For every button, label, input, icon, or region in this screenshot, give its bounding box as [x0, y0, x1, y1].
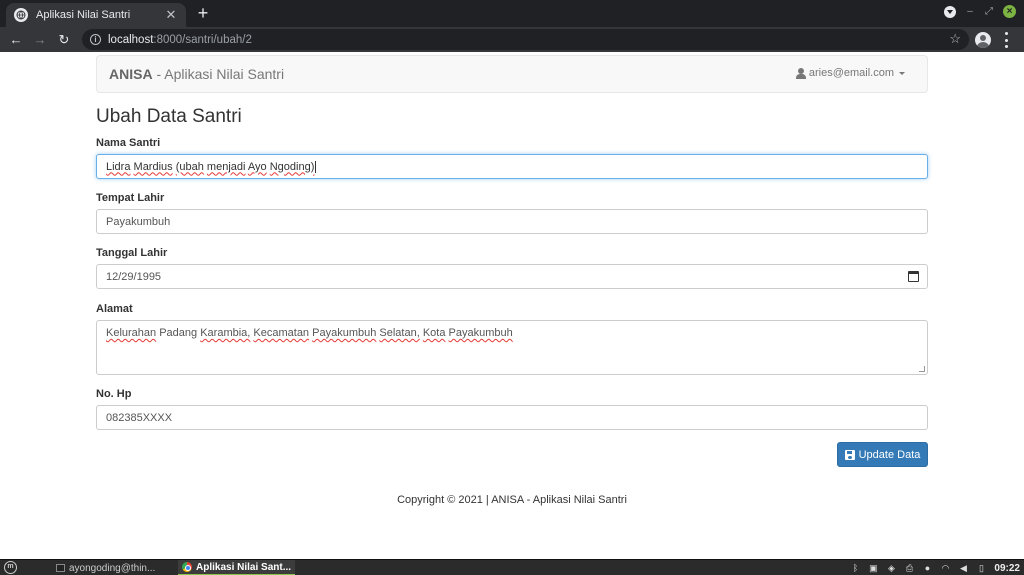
tanggal-lahir-label: Tanggal Lahir: [96, 247, 168, 259]
alamat-label: Alamat: [96, 303, 133, 315]
volume-icon[interactable]: ◀: [958, 563, 968, 573]
terminal-icon: [56, 564, 65, 572]
tempat-lahir-label: Tempat Lahir: [96, 192, 165, 204]
address-bar[interactable]: i localhost:8000/santri/ubah/2 ☆: [82, 29, 969, 50]
menu-icon[interactable]: [1005, 32, 1009, 48]
user-menu[interactable]: aries@email.com: [795, 67, 905, 79]
maximize-icon[interactable]: ⤢: [984, 6, 994, 17]
browser-task-label: Aplikasi Nilai Sant...: [196, 561, 292, 573]
printer-icon[interactable]: ⎙: [904, 563, 914, 573]
nama-label: Nama Santri: [96, 137, 161, 149]
tempat-lahir-value: Payakumbuh: [106, 215, 171, 228]
save-icon: [844, 449, 855, 460]
url-path: :8000/santri/ubah/2: [153, 33, 252, 46]
os-taskbar: m ayongoding@thin... Aplikasi Nilai Sant…: [0, 559, 1024, 575]
shield-icon[interactable]: ◈: [886, 563, 896, 573]
taskbar-item-terminal[interactable]: ayongoding@thin...: [52, 560, 159, 575]
back-icon[interactable]: ←: [8, 32, 24, 48]
no-hp-input[interactable]: 082385XXXX: [96, 405, 928, 430]
app-navbar: ANISA - Aplikasi Nilai Santri aries@emai…: [96, 55, 928, 93]
user-email: aries@email.com: [808, 67, 894, 79]
tab-close-icon[interactable]: ✕: [164, 7, 178, 23]
window-controls: – ⤢ ×: [944, 5, 1016, 18]
taskbar-item-browser[interactable]: Aplikasi Nilai Sant...: [178, 560, 296, 575]
user-tray-icon[interactable]: ●: [922, 563, 932, 573]
update-data-button[interactable]: Update Data: [837, 442, 928, 467]
browser-tabstrip: Aplikasi Nilai Santri ✕ + – ⤢ ×: [0, 0, 1024, 27]
no-hp-label: No. Hp: [96, 388, 132, 400]
alamat-value: Kelurahan Padang Karambia, Kecamatan Pay…: [106, 327, 513, 339]
nama-value: Lidra Mardius (ubah menjadi Ayo Ngoding): [106, 160, 315, 173]
info-icon[interactable]: i: [90, 34, 101, 45]
resize-grip-icon[interactable]: [919, 366, 925, 372]
profile-icon[interactable]: [975, 32, 991, 48]
forward-icon[interactable]: →: [32, 32, 48, 48]
close-window-icon[interactable]: ×: [1003, 5, 1016, 18]
caret-down-icon: [899, 71, 905, 75]
clipboard-icon[interactable]: ▣: [868, 563, 878, 573]
url-host: localhost: [108, 33, 154, 46]
system-tray: ᛒ ▣ ◈ ⎙ ● ◠ ◀ ▯ 09:22: [850, 560, 1020, 575]
terminal-task-label: ayongoding@thin...: [69, 562, 156, 574]
chrome-icon: [182, 562, 192, 572]
browser-tab[interactable]: Aplikasi Nilai Santri ✕: [6, 3, 186, 27]
star-icon[interactable]: ☆: [949, 31, 961, 47]
clock: 09:22: [994, 562, 1020, 574]
tab-search-icon[interactable]: [944, 5, 956, 18]
nama-input[interactable]: Lidra Mardius (ubah menjadi Ayo Ngoding): [96, 154, 928, 179]
new-tab-button[interactable]: +: [193, 3, 213, 23]
user-icon: [795, 67, 806, 79]
start-menu-icon[interactable]: m: [4, 561, 17, 574]
tanggal-lahir-value: 12/29/1995: [106, 270, 162, 283]
tanggal-lahir-input[interactable]: 12/29/1995: [96, 264, 928, 289]
no-hp-value: 082385XXXX: [106, 411, 173, 424]
globe-icon: [14, 8, 28, 22]
tab-title: Aplikasi Nilai Santri: [36, 9, 131, 21]
wifi-icon[interactable]: ◠: [940, 563, 950, 573]
brand-suffix: - Aplikasi Nilai Santri: [152, 66, 285, 82]
brand-name: ANISA: [109, 66, 153, 82]
tempat-lahir-input[interactable]: Payakumbuh: [96, 209, 928, 234]
reload-icon[interactable]: ↻: [56, 32, 72, 48]
update-data-label: Update Data: [858, 448, 921, 461]
brand[interactable]: ANISA - Aplikasi Nilai Santri: [109, 66, 284, 82]
browser-toolbar: ← → ↻ i localhost:8000/santri/ubah/2 ☆: [0, 27, 1024, 52]
minimize-icon[interactable]: –: [965, 6, 975, 17]
alamat-textarea[interactable]: Kelurahan Padang Karambia, Kecamatan Pay…: [96, 320, 928, 375]
bluetooth-icon[interactable]: ᛒ: [850, 563, 860, 573]
page-title: Ubah Data Santri: [96, 106, 242, 127]
battery-icon[interactable]: ▯: [976, 563, 986, 573]
footer-copyright: Copyright © 2021 | ANISA - Aplikasi Nila…: [397, 494, 627, 506]
text-cursor: [315, 160, 317, 173]
calendar-icon[interactable]: [908, 271, 919, 282]
